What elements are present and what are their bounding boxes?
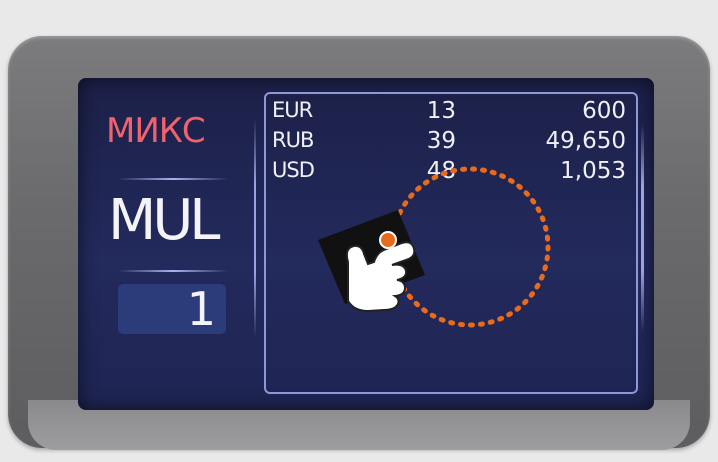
tap-hint-overlay	[318, 166, 551, 328]
tap-target-circle	[389, 166, 551, 328]
